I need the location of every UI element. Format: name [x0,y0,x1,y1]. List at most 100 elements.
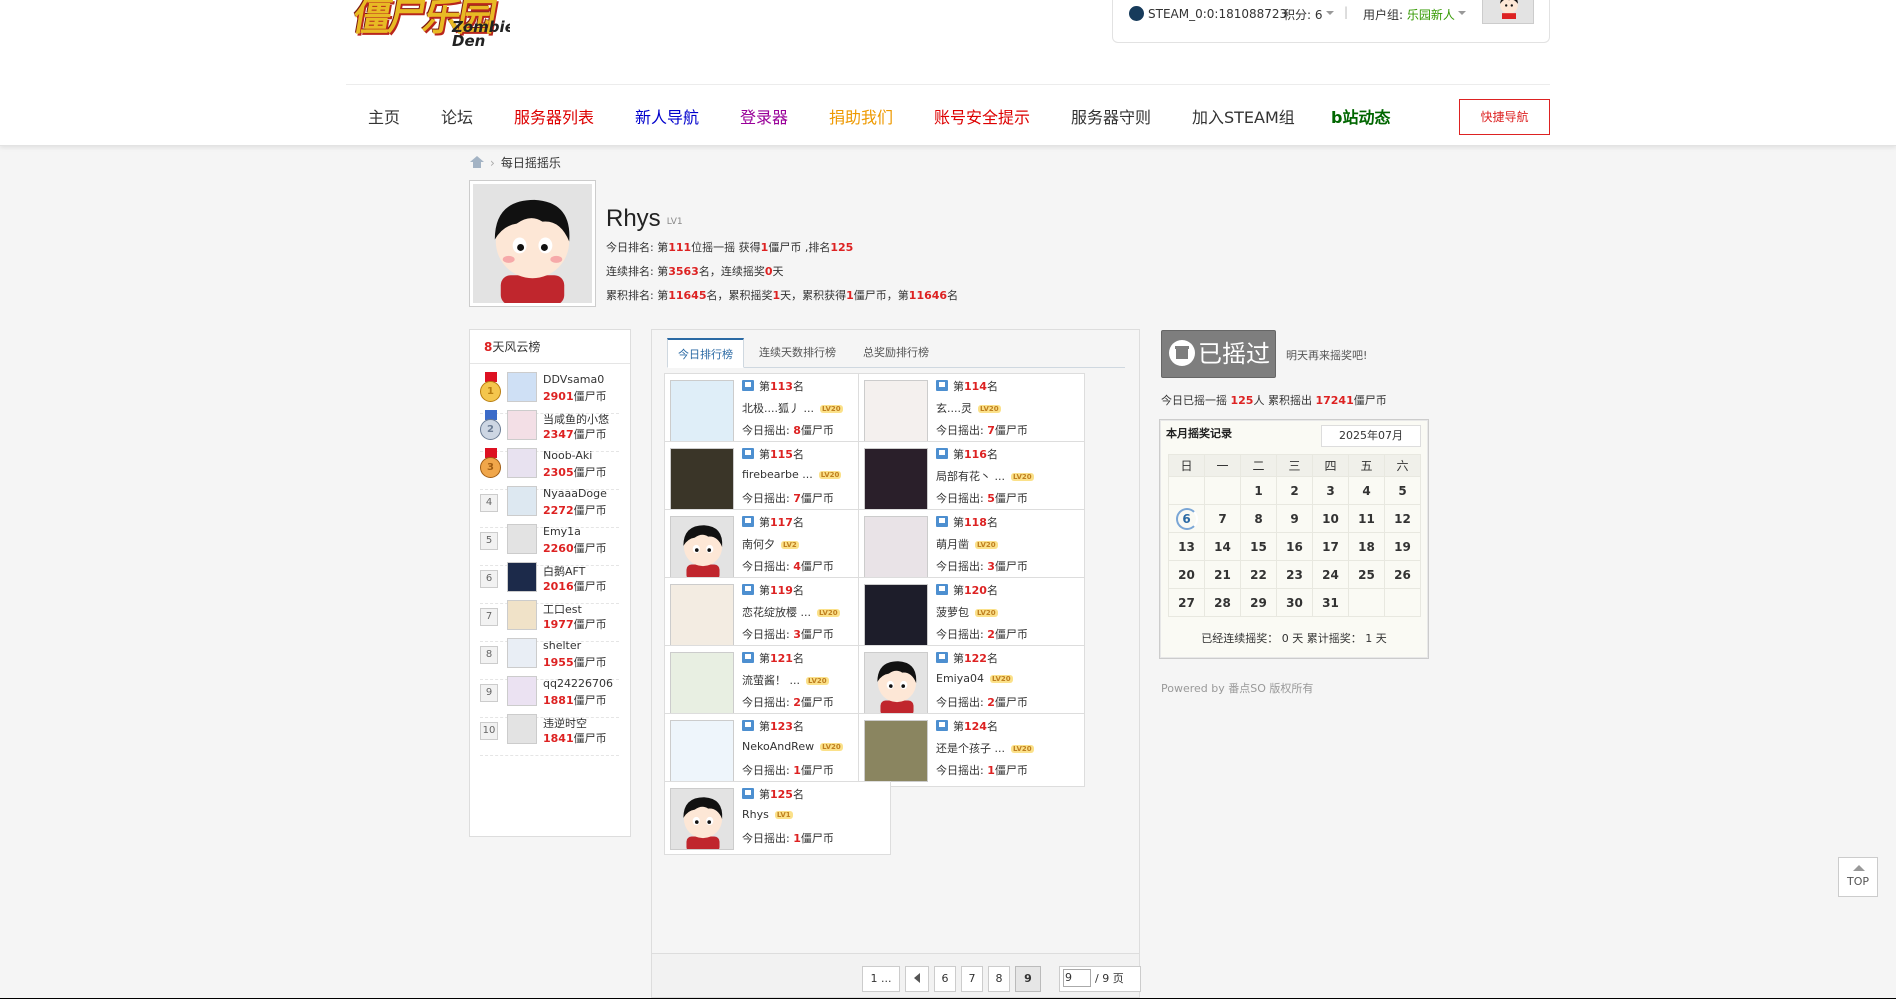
card-username[interactable]: NekoAndRew LV20 [742,740,843,753]
leaderboard-avatar[interactable] [507,372,537,402]
page-first[interactable]: 1 ... [862,966,900,992]
card-username[interactable]: firebearbe ... LV20 [742,468,842,481]
nav-bilibili[interactable]: b站动态 [1331,104,1390,128]
nav-donate[interactable]: 捐助我们 [829,104,893,128]
page-7[interactable]: 7 [961,966,983,992]
card-username[interactable]: 萌月凿 LV20 [936,536,998,552]
user-avatar[interactable] [1482,0,1534,24]
back-to-top-button[interactable]: TOP [1838,857,1878,897]
calendar-summary: 已经连续摇奖： 0 天 累计摇奖： 1 天 [1201,632,1387,645]
page-8[interactable]: 8 [988,966,1010,992]
card-username[interactable]: Rhys LV1 [742,808,793,821]
weekday-header: 五 [1348,454,1385,477]
leaderboard-row[interactable]: 10 违逆时空 1841僵尸币 [480,710,619,756]
leaderboard-avatar[interactable] [507,562,537,592]
credit-dropdown[interactable]: 积分: 6 [1283,6,1334,23]
card-rank: 第121名 [742,650,804,666]
nav-home[interactable]: 主页 [368,104,400,128]
card-avatar[interactable] [864,720,928,782]
leaderboard-name[interactable]: 工口est [543,601,582,617]
card-username[interactable]: 局部有花丶 ... LV20 [936,468,1034,484]
card-username[interactable]: 玄....灵 LV20 [936,400,1001,416]
rank-flag-icon [742,448,754,459]
card-rank: 第124名 [936,718,998,734]
page-jump-input[interactable]: 9 [1063,969,1091,987]
level-badge: LV20 [820,743,843,751]
leaderboard-name[interactable]: NyaaaDoge [543,487,607,500]
card-rank: 第114名 [936,378,998,394]
leaderboard-name[interactable]: qq24226706 [543,677,613,690]
calendar-day: 7 [1204,504,1241,533]
leaderboard-name[interactable]: Emy1a [543,525,581,538]
card-username[interactable]: 还是个孩子 ... LV20 [936,740,1034,756]
card-avatar[interactable] [864,448,928,510]
nav-account-security[interactable]: 账号安全提示 [934,104,1030,128]
leaderboard-avatar[interactable] [507,714,537,744]
card-rank: 第123名 [742,718,804,734]
card-avatar[interactable] [864,516,928,578]
page-9-current[interactable]: 9 [1015,966,1041,992]
page-prev[interactable] [905,966,929,992]
nav-join-steam-group[interactable]: 加入STEAM组 [1192,104,1295,128]
card-avatar[interactable] [670,448,734,510]
card-username[interactable]: 南何夕 LV2 [742,536,799,552]
leaderboard-avatar[interactable] [507,638,537,668]
tab-streak-ranking[interactable]: 连续天数排行榜 [749,338,846,368]
default-avatar-icon [1500,0,1518,19]
leaderboard-avatar[interactable] [507,486,537,516]
calendar-day [1204,476,1241,505]
gift-icon [1169,340,1195,366]
card-rank: 第113名 [742,378,804,394]
shake-button[interactable]: 已摇过 [1161,330,1276,378]
page-6[interactable]: 6 [934,966,956,992]
card-avatar[interactable] [864,380,928,442]
calendar-day: 25 [1348,560,1385,589]
card-avatar[interactable] [670,652,734,714]
tab-total-ranking[interactable]: 总奖励排行榜 [853,338,939,368]
leaderboard-name[interactable]: 当咸鱼的小悠 [543,411,609,427]
leaderboard-name[interactable]: Noob-Aki [543,449,592,462]
total-rank-line: 累积排名: 第11645名，累积摇奖1天，累积获得1僵尸币，第11646名 [606,289,959,302]
leaderboard-name[interactable]: 白鹅AFT [543,563,585,579]
leaderboard-avatar[interactable] [507,410,537,440]
nav-server-rules[interactable]: 服务器守则 [1071,104,1151,128]
rank-flag-icon [936,720,948,731]
leaderboard-name[interactable]: DDVsama0 [543,373,604,386]
calendar-day: 14 [1204,532,1241,561]
leaderboard-avatar[interactable] [507,448,537,478]
card-avatar[interactable] [864,584,928,646]
nav-server-list[interactable]: 服务器列表 [514,104,594,128]
card-username[interactable]: 流萤酱！ ... LV20 [742,672,829,688]
profile-avatar[interactable] [469,180,596,307]
tab-today-ranking[interactable]: 今日排行榜 [667,338,744,368]
card-username[interactable]: Emiya04 LV20 [936,672,1013,685]
home-icon[interactable] [470,156,484,168]
leaderboard-avatar[interactable] [507,524,537,554]
card-avatar[interactable] [670,720,734,782]
nav-forum[interactable]: 论坛 [441,104,473,128]
card-username[interactable]: 菠萝包 LV20 [936,604,998,620]
leaderboard-avatar[interactable] [507,676,537,706]
card-avatar[interactable] [864,652,928,714]
profile-name[interactable]: Rhys [606,205,661,232]
rank-flag-icon [936,516,948,527]
calendar-day: 20 [1168,560,1205,589]
default-avatar-icon [473,184,592,303]
leaderboard-avatar[interactable] [507,600,537,630]
rank-card: 第119名 恋花绽放樱 ... LV20 今日摇出: 3僵尸币 [664,577,891,651]
nav-newbie-guide[interactable]: 新人导航 [635,104,699,128]
leaderboard-name[interactable]: shelter [543,639,581,652]
card-avatar[interactable] [670,584,734,646]
site-logo[interactable]: 僵尸乐园 Zombie Den [352,0,510,48]
steam-id[interactable]: STEAM_0:0:181088723 [1129,6,1287,21]
nav-launcher[interactable]: 登录器 [740,104,788,128]
user-group-dropdown[interactable]: 用户组: 乐园新人 [1363,6,1466,23]
card-username[interactable]: 恋花绽放樱 ... LV20 [742,604,840,620]
card-avatar[interactable] [670,788,734,850]
card-avatar[interactable] [670,516,734,578]
card-username[interactable]: 北极....狐丿 ... LV20 [742,400,843,416]
quick-nav-button[interactable]: 快捷导航 [1459,99,1550,135]
leaderboard-name[interactable]: 违逆时空 [543,715,587,731]
calendar-day: 11 [1348,504,1385,533]
card-avatar[interactable] [670,380,734,442]
